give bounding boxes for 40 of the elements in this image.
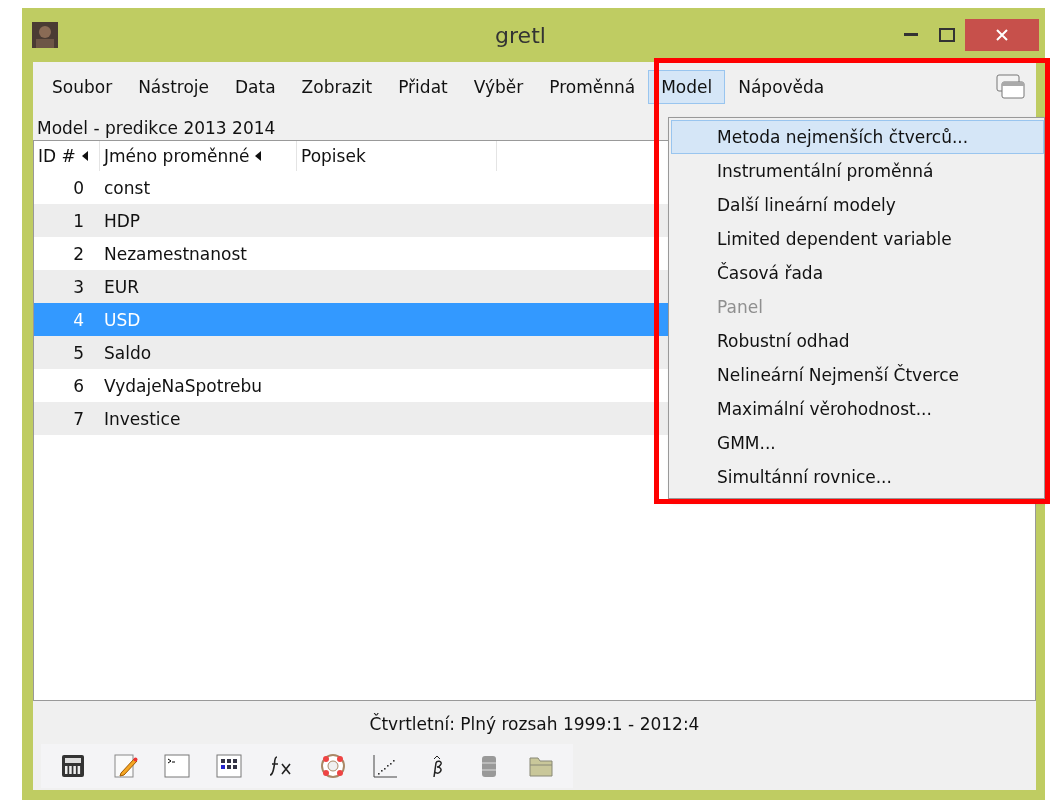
column-title: Popisek	[301, 146, 366, 166]
name-cell: const	[104, 177, 151, 198]
menu-item[interactable]: Proměnná	[536, 70, 649, 104]
close-icon	[995, 28, 1009, 42]
status-text: Čtvrtletní: Plný rozsah 1999:1 - 2012:4	[369, 712, 700, 736]
menu-item[interactable]: Přidat	[385, 70, 461, 104]
name-cell: EUR	[104, 276, 139, 297]
id-cell-text: 7	[72, 408, 85, 429]
menu-item[interactable]: Výběr	[460, 70, 537, 104]
menu-item[interactable]: Model	[648, 70, 726, 104]
column-title: ID #	[38, 146, 76, 166]
id-cell-text: 2	[72, 243, 85, 264]
maximize-icon	[939, 28, 955, 42]
name-cell: Saldo	[104, 342, 152, 363]
menu-item[interactable]: Nástroje	[125, 70, 222, 104]
dataset-label: Model - predikce 2013 2014	[36, 117, 277, 140]
menu-item[interactable]: Zobrazit	[288, 70, 386, 104]
id-cell-text: 0	[72, 177, 85, 198]
id-cell-text: 1	[72, 210, 85, 231]
minimize-icon	[904, 33, 918, 37]
menu-item[interactable]: Data	[222, 70, 289, 104]
id-cell-text: 3	[72, 276, 85, 297]
name-cell: Investice	[104, 408, 181, 429]
close-button[interactable]	[965, 19, 1039, 51]
sort-arrow-icon[interactable]	[255, 151, 262, 161]
app-icon	[32, 22, 58, 48]
sort-arrow-icon[interactable]	[81, 151, 88, 161]
id-cell-text: 5	[72, 342, 85, 363]
id-cell-text: 4	[72, 309, 85, 330]
menu-option[interactable]: Metoda nejmenších čtverců...	[671, 120, 1044, 154]
name-cell: Nezamestnanost	[104, 243, 247, 264]
name-cell: HDP	[104, 210, 141, 231]
window-title: gretl	[494, 22, 547, 48]
id-cell-text: 6	[72, 375, 85, 396]
name-cell: VydajeNaSpotrebu	[104, 375, 263, 396]
menu-item[interactable]: Soubor	[39, 70, 126, 104]
menu-item[interactable]: Nápověda	[725, 70, 838, 104]
menu-option[interactable]: Simultánní rovnice...	[671, 460, 1044, 494]
name-cell: USD	[104, 309, 141, 330]
column-title: Jméno proměnné	[104, 146, 250, 166]
